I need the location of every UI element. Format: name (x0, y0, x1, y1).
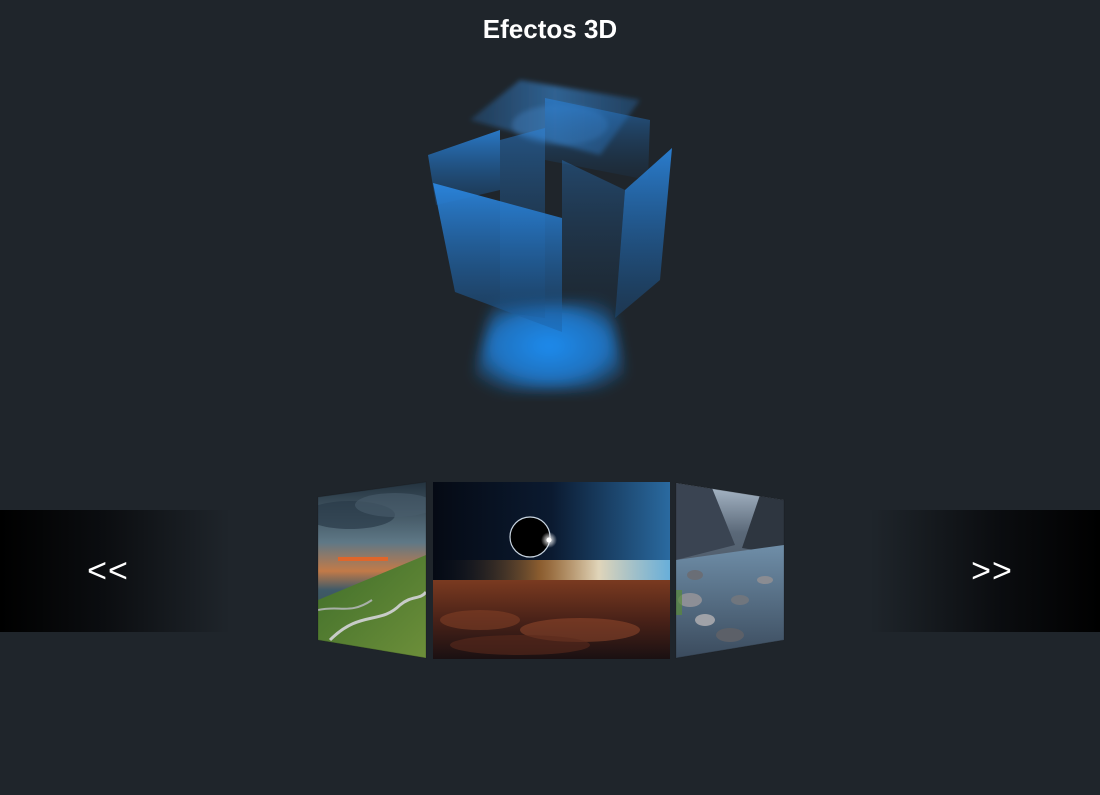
page-title: Efectos 3D (482, 14, 618, 44)
image-carousel (310, 476, 790, 666)
previous-button[interactable]: << (0, 510, 230, 632)
slide-left[interactable] (310, 476, 435, 666)
page: Efectos 3D << >> (0, 0, 1100, 795)
slide-right[interactable] (670, 476, 790, 666)
slide-center[interactable] (433, 482, 670, 659)
3d-cube-icon (428, 80, 672, 392)
next-button[interactable]: >> (870, 510, 1100, 632)
